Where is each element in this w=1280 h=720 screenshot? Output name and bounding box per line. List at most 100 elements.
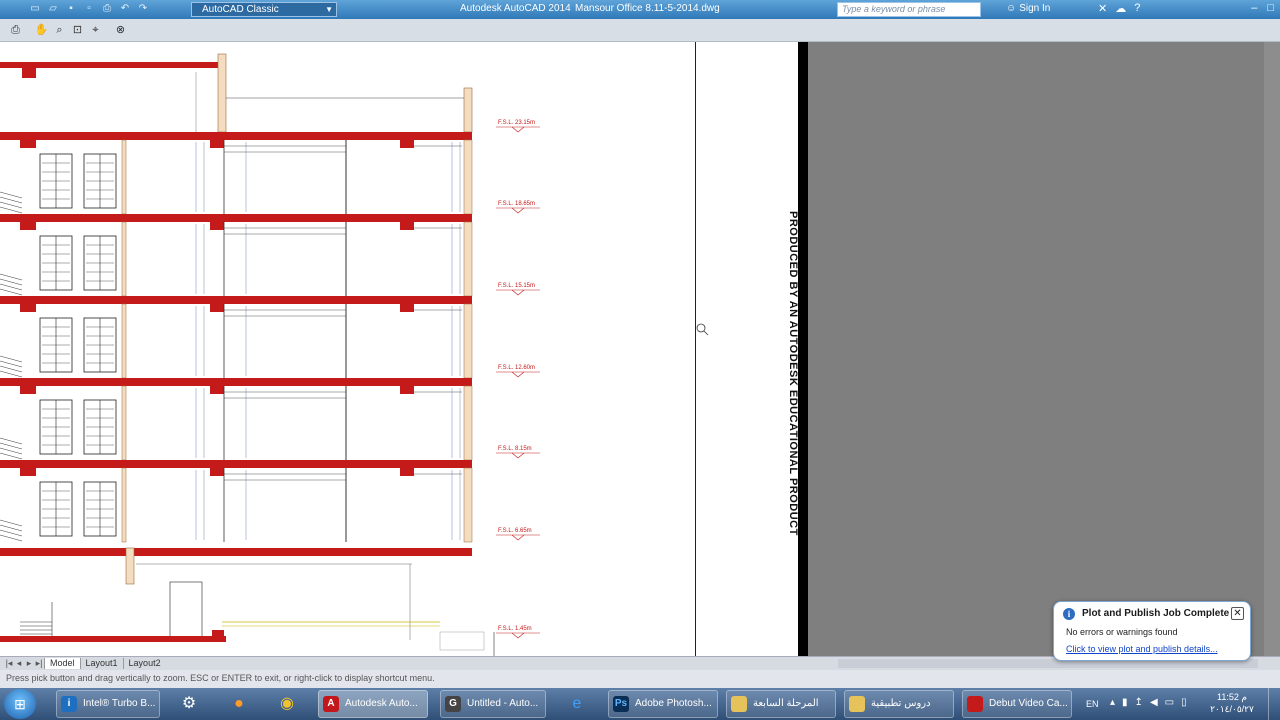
folder-icon bbox=[849, 696, 865, 712]
taskbar-item-autocad[interactable]: A Autodesk Auto... bbox=[318, 690, 428, 718]
window-frame bbox=[83, 153, 117, 209]
workspace-select[interactable]: AutoCAD Classic ▼ bbox=[191, 2, 337, 17]
zoom-previous-icon[interactable]: ⌖ bbox=[88, 23, 103, 38]
zoom-window-icon[interactable]: ⊡ bbox=[70, 23, 85, 38]
close-icon[interactable]: ✕ bbox=[1231, 607, 1244, 620]
taskbar-item-folder-1[interactable]: المرحلة السابعة bbox=[726, 690, 836, 718]
autocad-web-icon: G bbox=[445, 696, 461, 712]
vertical-scrollbar[interactable] bbox=[1264, 42, 1280, 656]
level-label: F.S.L. 12.60m bbox=[498, 365, 535, 371]
level-label: F.S.L. 1.45m bbox=[498, 626, 532, 632]
close-preview-icon[interactable]: ⊗ bbox=[113, 23, 128, 38]
last-tab-arrow-icon[interactable]: ▸| bbox=[34, 658, 44, 669]
entrance-steps bbox=[20, 602, 53, 636]
taskbar-item-folder-2[interactable]: دروس تطبيقية bbox=[844, 690, 954, 718]
start-button[interactable]: ⊞ bbox=[4, 689, 36, 719]
help-icon[interactable]: ? bbox=[1134, 2, 1140, 15]
minimize-icon[interactable]: – bbox=[1251, 2, 1257, 14]
level-marker: F.S.L. 8.15m bbox=[496, 446, 540, 459]
taskbar-item-intel[interactable]: i Intel® Turbo B... bbox=[56, 690, 160, 718]
level-marker: F.S.L. 6.65m bbox=[496, 528, 540, 541]
arrow-icon[interactable]: ↥ bbox=[1135, 697, 1143, 708]
taskbar-item-photoshop[interactable]: Ps Adobe Photosh... bbox=[608, 690, 718, 718]
window-frame bbox=[39, 153, 73, 209]
plot-details-link[interactable]: Click to view plot and publish details..… bbox=[1066, 644, 1218, 654]
display-icon[interactable]: ▭ bbox=[1165, 697, 1174, 708]
save-as-icon[interactable]: ▫ bbox=[82, 2, 96, 16]
sheet-border-line bbox=[695, 42, 696, 656]
command-line[interactable]: Press pick button and drag vertically to… bbox=[0, 670, 1280, 688]
info-icon: i bbox=[1063, 608, 1075, 620]
new-icon[interactable]: ▭ bbox=[28, 2, 42, 16]
network-icon[interactable]: ▮ bbox=[1122, 697, 1128, 708]
search-input[interactable]: Type a keyword or phrase bbox=[837, 2, 981, 17]
chevron-down-icon: ▼ bbox=[325, 5, 333, 14]
sign-in-label: Sign In bbox=[1019, 3, 1051, 14]
roof-slab bbox=[0, 62, 222, 68]
level-marker: F.S.L. 1.45m bbox=[496, 626, 540, 639]
tab-model[interactable]: Model bbox=[44, 658, 80, 669]
tool-icon[interactable]: ⚙ bbox=[176, 692, 202, 716]
level-markers: F.S.L. 23.15m F.S.L. 18.65m F.S.L. 15.15m F… bbox=[496, 120, 540, 639]
zoom-realtime-icon[interactable]: ⌕ bbox=[52, 23, 67, 38]
exchange-icon[interactable]: ✕ bbox=[1098, 2, 1107, 15]
taskbar-item-label: Adobe Photosh... bbox=[635, 698, 712, 709]
taskbar-item-label: Autodesk Auto... bbox=[345, 698, 418, 709]
floor-3 bbox=[0, 296, 473, 379]
floor-4 bbox=[0, 378, 473, 461]
ground-slab bbox=[0, 548, 472, 556]
level-label: F.S.L. 8.15m bbox=[498, 446, 532, 452]
title-bar: ▭ ▱ ▪ ▫ ⎙ ↶ ↷ AutoCAD Classic ▼ Autodesk… bbox=[0, 0, 1280, 19]
standard-toolbar: ⎙ ✋ ⌕ ⊡ ⌖ ⊗ bbox=[0, 19, 1280, 42]
taskbar-item-label: دروس تطبيقية bbox=[871, 698, 931, 709]
sign-in-button[interactable]: ☺ Sign In bbox=[1006, 2, 1053, 16]
show-desktop-button[interactable] bbox=[1268, 688, 1280, 720]
language-indicator[interactable]: EN bbox=[1086, 699, 1099, 709]
tab-layout2[interactable]: Layout2 bbox=[122, 658, 166, 669]
undo-icon[interactable]: ↶ bbox=[118, 2, 132, 16]
folder-icon bbox=[731, 696, 747, 712]
clock-time: 11:52 م bbox=[1217, 692, 1247, 702]
show-hidden-icons-icon[interactable]: ▴ bbox=[1110, 697, 1115, 708]
next-tab-arrow-icon[interactable]: ▸ bbox=[24, 658, 34, 669]
notification-message: No errors or warnings found bbox=[1066, 627, 1178, 637]
save-icon[interactable]: ▪ bbox=[64, 2, 78, 16]
taskbar-item-label: Untitled - Auto... bbox=[467, 698, 539, 709]
pan-icon[interactable]: ✋ bbox=[34, 23, 49, 38]
window-frame bbox=[39, 235, 73, 291]
battery-icon[interactable]: ▯ bbox=[1181, 697, 1187, 708]
taskbar-item-debut[interactable]: Debut Video Ca... bbox=[962, 690, 1072, 718]
plot-complete-notification: i Plot and Publish Job Complete ✕ No err… bbox=[1053, 601, 1251, 661]
open-icon[interactable]: ▱ bbox=[46, 2, 60, 16]
zoom-cursor-icon bbox=[696, 323, 709, 336]
a360-icon[interactable]: ☁ bbox=[1115, 2, 1126, 15]
intel-icon: i bbox=[61, 696, 77, 712]
first-tab-arrow-icon[interactable]: |◂ bbox=[4, 658, 14, 669]
print-icon[interactable]: ⎙ bbox=[8, 23, 23, 38]
floor-slab bbox=[0, 378, 472, 386]
roof-beam bbox=[22, 68, 36, 78]
maximize-icon[interactable]: □ bbox=[1267, 2, 1274, 14]
chrome-icon[interactable]: ◉ bbox=[274, 692, 300, 716]
level-marker: F.S.L. 15.15m bbox=[496, 283, 540, 296]
workspace-value: AutoCAD Classic bbox=[202, 4, 279, 15]
redo-icon[interactable]: ↷ bbox=[136, 2, 150, 16]
plot-icon[interactable]: ⎙ bbox=[100, 2, 114, 16]
parapet-wall bbox=[217, 53, 227, 133]
debut-icon bbox=[967, 696, 983, 712]
taskbar-item-untitled[interactable]: G Untitled - Auto... bbox=[440, 690, 546, 718]
prev-tab-arrow-icon[interactable]: ◂ bbox=[14, 658, 24, 669]
taskbar-item-label: المرحلة السابعة bbox=[753, 698, 819, 709]
plot-preview-sheet[interactable]: F.S.L. 23.15m F.S.L. 18.65m F.S.L. 15.15m F… bbox=[0, 42, 808, 656]
tab-layout1[interactable]: Layout1 bbox=[79, 658, 123, 669]
internet-explorer-icon[interactable]: e bbox=[564, 692, 590, 716]
window-frame bbox=[39, 399, 73, 455]
clock[interactable]: 11:52 م ٢٠١٤/٠٥/٢٧ bbox=[1208, 691, 1256, 715]
notification-title: Plot and Publish Job Complete bbox=[1082, 608, 1230, 619]
window-controls: – □ bbox=[1251, 2, 1274, 14]
window-frame bbox=[39, 317, 73, 373]
volume-icon[interactable]: ◀ bbox=[1150, 697, 1158, 708]
taskbar-item-label: Debut Video Ca... bbox=[989, 698, 1068, 709]
floors-group bbox=[0, 132, 473, 543]
firefox-icon[interactable]: ● bbox=[226, 692, 252, 716]
